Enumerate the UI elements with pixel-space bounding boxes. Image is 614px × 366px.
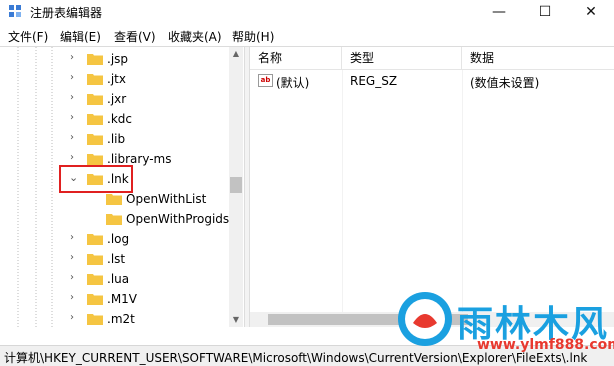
chevron-right-icon[interactable]: › [70,93,80,103]
tree-scrollbar[interactable]: ▲ ▼ [229,47,243,327]
scroll-down-arrow-icon[interactable]: ▼ [229,313,243,327]
column-header-data[interactable]: 数据 [462,47,614,69]
chevron-right-icon[interactable]: › [70,153,80,163]
folder-icon [87,94,103,105]
folder-icon [87,254,103,265]
tree-item[interactable]: › .lib [0,129,230,149]
minimize-button[interactable]: — [476,0,522,24]
string-value-icon: ab [258,74,273,87]
tree-item[interactable]: › .kdc [0,109,230,129]
chevron-right-icon[interactable]: › [70,53,80,63]
tree-item[interactable]: › .lst [0,249,230,269]
chevron-right-icon[interactable]: › [70,233,80,243]
table-row[interactable]: ab (默认) REG_SZ (数值未设置) [254,71,614,91]
menu-edit[interactable]: 编辑(E) [60,28,101,45]
chevron-right-icon[interactable]: › [70,293,80,303]
chevron-right-icon[interactable]: › [70,273,80,283]
value-data: (数值未设置) [470,76,540,90]
tree-item[interactable]: › .jsp [0,49,230,69]
column-header-name[interactable]: 名称 [250,47,342,69]
folder-icon [87,54,103,65]
registry-editor-icon [9,5,21,17]
tree-item-label: OpenWithList [126,192,207,206]
window-title: 注册表编辑器 [30,6,103,20]
tree-item[interactable]: › .M1V [0,289,230,309]
tree-item-label: .lst [107,252,126,266]
tree-item-label: .m2t [107,312,135,326]
folder-icon [87,314,103,325]
close-button[interactable]: ✕ [568,0,614,24]
folder-icon [87,234,103,245]
tree-item-label: .lua [107,272,130,286]
tree-item-label: .lib [107,132,126,146]
folder-icon [87,74,103,85]
tree-item[interactable]: › .m2t [0,309,230,327]
maximize-button[interactable]: ☐ [522,0,568,24]
folder-icon [106,194,122,205]
scroll-up-arrow-icon[interactable]: ▲ [229,47,243,61]
tree-item[interactable]: › .log [0,229,230,249]
scroll-thumb[interactable] [230,177,242,193]
header-divider [250,69,614,70]
tree-item-label: .jtx [107,72,126,86]
folder-icon [106,214,122,225]
chevron-right-icon[interactable]: › [70,133,80,143]
tree-item-label: .library-ms [107,152,172,166]
tree-item-label: .kdc [107,112,132,126]
value-type: REG_SZ [350,74,398,88]
folder-icon [87,134,103,145]
value-name: (默认) [276,76,310,90]
chevron-right-icon[interactable]: › [70,73,80,83]
column-header-type[interactable]: 类型 [342,47,462,69]
column-divider [342,70,343,327]
folder-icon [87,294,103,305]
tree-item-label: .jsp [107,52,129,66]
tree-item[interactable]: › .jtx [0,69,230,89]
tree-item-label: OpenWithProgids [126,212,230,226]
tree-item-label: .M1V [107,292,138,306]
menu-bar: 文件(F) 编辑(E) 查看(V) 收藏夹(A) 帮助(H) [0,26,614,46]
tree-item-label: .jxr [107,92,127,106]
watermark-url: www.ylmf888.com [477,337,614,353]
menu-file[interactable]: 文件(F) [8,28,48,45]
tree-item[interactable]: › .lua [0,269,230,289]
folder-icon [87,154,103,165]
menu-help[interactable]: 帮助(H) [232,28,274,45]
tree-item[interactable]: › .jxr [0,89,230,109]
folder-icon [87,274,103,285]
menu-view[interactable]: 查看(V) [114,28,156,45]
menu-favorites[interactable]: 收藏夹(A) [168,28,222,45]
ylmf-logo-icon [398,292,452,346]
title-bar: 注册表编辑器 — ☐ ✕ [0,0,614,24]
chevron-right-icon[interactable]: › [70,313,80,323]
chevron-right-icon[interactable]: › [70,113,80,123]
tree-item-label: .log [107,232,130,246]
folder-icon [87,114,103,125]
lnk-highlight-box [59,165,133,193]
tree-item-child[interactable]: OpenWithProgids [0,209,230,229]
watermark: 雨林木风 www.ylmf888.com [395,283,614,365]
chevron-right-icon[interactable]: › [70,253,80,263]
